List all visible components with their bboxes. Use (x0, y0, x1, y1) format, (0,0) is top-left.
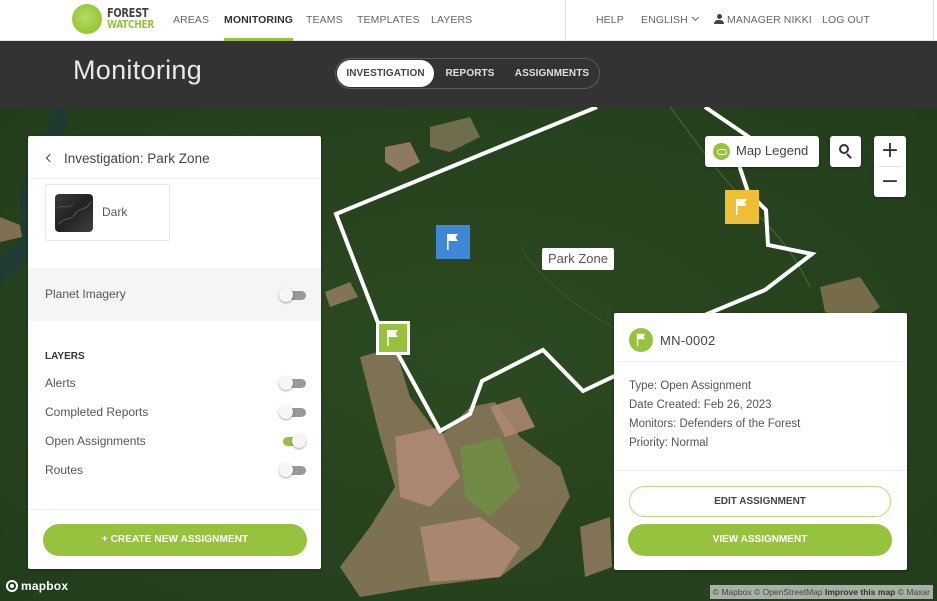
layer-label-open-assignments: Open Assignments (45, 434, 146, 448)
assignment-monitors: Monitors: Defenders of the Forest (629, 418, 801, 430)
user-menu[interactable]: MANAGER NIKKI (714, 0, 812, 41)
area-label-park-zone: Park Zone (542, 248, 614, 270)
nav-item-layers[interactable]: LAYERS (431, 0, 472, 41)
edit-assignment-button[interactable]: EDIT ASSIGNMENT (629, 486, 891, 517)
green-flag-marker-selected[interactable] (376, 321, 410, 355)
blue-flag-marker[interactable] (436, 225, 470, 259)
basemap-label: Dark (102, 205, 128, 219)
page-header: Monitoring INVESTIGATION REPORTS ASSIGNM… (0, 41, 937, 107)
zoom-in-button[interactable]: + (874, 136, 906, 166)
zoom-out-button[interactable]: − (874, 167, 906, 197)
page-title: Monitoring (73, 55, 203, 85)
panel-header: Investigation: Park Zone (28, 136, 321, 179)
popup-divider (614, 470, 907, 471)
panel-title: Investigation: Park Zone (64, 151, 210, 166)
planet-imagery-toggle[interactable] (279, 288, 306, 302)
legend-icon (713, 143, 730, 160)
nav-divider-right (933, 0, 934, 41)
flag-icon (636, 333, 646, 347)
flag-icon (387, 330, 398, 346)
forest-watcher-logo[interactable]: FOREST WATCHER (72, 4, 154, 36)
help-link[interactable]: HELP (596, 0, 624, 41)
nav-item-teams[interactable]: TEAMS (306, 0, 343, 41)
tab-investigation[interactable]: INVESTIGATION (337, 60, 434, 87)
planet-imagery-row: Planet Imagery (28, 268, 321, 321)
view-assignment-button[interactable]: VIEW ASSIGNMENT (628, 524, 892, 556)
user-name: MANAGER NIKKI (727, 14, 812, 26)
map-attribution: © Mapbox © OpenStreetMap Improve this ma… (709, 585, 933, 599)
create-new-assignment-button[interactable]: + CREATE NEW ASSIGNMENT (43, 524, 307, 556)
assignment-priority: Priority: Normal (629, 437, 709, 449)
nav-item-areas[interactable]: AREAS (173, 0, 209, 41)
panel-divider (28, 509, 321, 510)
assignment-popup: MN-0002 Type: Open Assignment Date Creat… (614, 313, 907, 570)
assignment-status-icon (629, 328, 653, 352)
top-navigation-bar: FOREST WATCHER AREAS MONITORING TEAMS TE… (0, 0, 937, 41)
user-icon (714, 14, 724, 24)
basemap-thumbnail (55, 194, 93, 232)
yellow-flag-marker[interactable] (725, 190, 759, 224)
completed-reports-toggle[interactable] (279, 405, 306, 419)
flag-icon (447, 234, 458, 250)
tab-assignments[interactable]: ASSIGNMENTS (506, 60, 598, 87)
logo-text-watcher: WATCHER (107, 18, 154, 31)
planet-imagery-label: Planet Imagery (45, 287, 126, 301)
assignment-type: Type: Open Assignment (629, 380, 752, 392)
map-legend-button[interactable]: Map Legend (705, 136, 819, 167)
tree-ring-logo-icon (72, 4, 102, 34)
mapbox-icon (6, 580, 18, 592)
attribution-osm[interactable]: © OpenStreetMap (754, 587, 823, 597)
popup-header: MN-0002 (614, 313, 907, 362)
language-selector[interactable]: ENGLISH (641, 0, 699, 41)
nav-item-templates[interactable]: TEMPLATES (357, 0, 420, 41)
nav-divider (565, 0, 566, 41)
monitoring-tab-group: INVESTIGATION REPORTS ASSIGNMENTS (335, 58, 600, 89)
tab-reports[interactable]: REPORTS (436, 60, 504, 87)
open-assignments-toggle[interactable] (279, 434, 306, 448)
layers-heading: LAYERS (45, 351, 85, 362)
mapbox-logo[interactable]: mapbox (6, 579, 68, 593)
chevron-left-icon[interactable] (45, 153, 55, 163)
improve-map-link[interactable]: Improve this map (825, 587, 895, 597)
layer-label-routes: Routes (45, 463, 84, 477)
attribution-maxar[interactable]: © Maxar (898, 587, 930, 597)
assignment-date-created: Date Created: Feb 26, 2023 (629, 399, 772, 411)
alerts-toggle[interactable] (279, 376, 306, 390)
language-label: ENGLISH (641, 14, 688, 26)
investigation-panel: Investigation: Park Zone Dark Planet Ima… (28, 136, 321, 569)
basemap-option-dark[interactable]: Dark (45, 184, 170, 241)
flag-icon (736, 199, 747, 215)
zoom-control: + − (874, 136, 906, 197)
assignment-id: MN-0002 (660, 333, 716, 348)
chevron-down-icon (691, 13, 699, 22)
map-legend-label: Map Legend (736, 143, 809, 158)
layer-label-alerts: Alerts (45, 376, 76, 390)
routes-toggle[interactable] (279, 463, 306, 477)
nav-item-monitoring[interactable]: MONITORING (224, 0, 294, 41)
map-search-button[interactable] (830, 136, 861, 167)
layer-label-completed-reports: Completed Reports (45, 405, 149, 419)
attribution-mapbox[interactable]: © Mapbox (713, 587, 752, 597)
logout-link[interactable]: LOG OUT (822, 0, 870, 41)
